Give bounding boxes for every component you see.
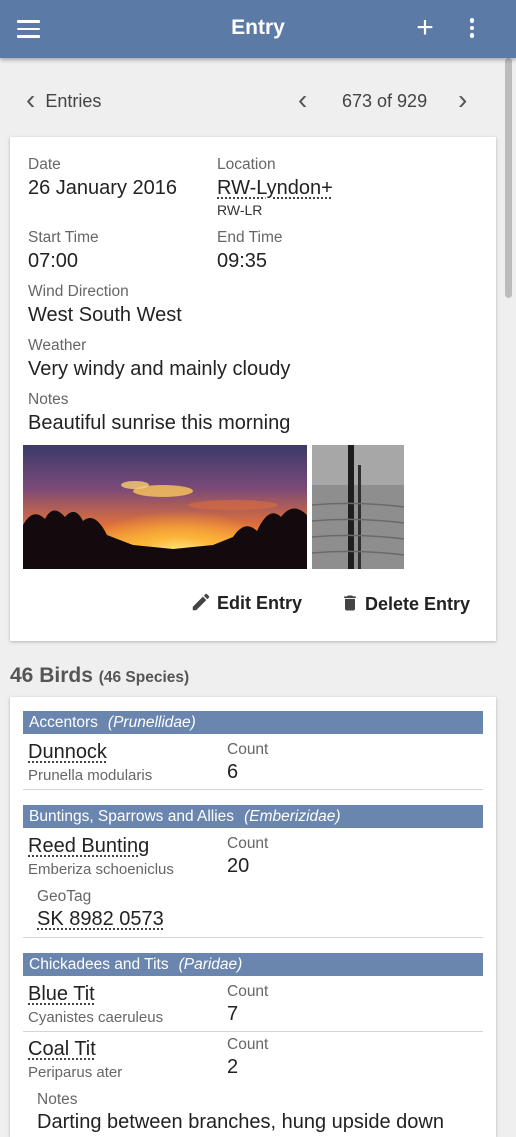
- geotag-label: GeoTag: [37, 888, 92, 905]
- count-label: Count: [227, 1036, 269, 1053]
- app-bar: Entry +: [0, 0, 516, 58]
- more-options-icon[interactable]: [462, 18, 482, 42]
- count-value: 6: [227, 761, 239, 783]
- entry-counter: 673 of 929: [342, 91, 428, 111]
- family-header: Buntings, Sparrows and Allies (Emberizida…: [23, 805, 483, 828]
- end-time-value: 09:35: [217, 250, 268, 272]
- bird-name-link[interactable]: Coal Tit: [28, 1038, 96, 1061]
- end-time-label: End Time: [217, 229, 283, 246]
- birds-count: 46 Birds: [10, 664, 93, 687]
- family-header: Accentors (Prunellidae): [23, 711, 483, 734]
- trash-icon: [344, 595, 356, 611]
- delete-entry-button[interactable]: Delete Entry: [340, 591, 470, 615]
- divider: [23, 789, 483, 790]
- pencil-icon: [192, 593, 210, 611]
- chevron-left-icon: ‹: [298, 84, 308, 115]
- bird-notes-value: Darting between branches, hung upside do…: [37, 1111, 444, 1133]
- entry-navigation: ‹ Entries ‹ 673 of 929 ›: [0, 84, 516, 120]
- family-name: Accentors: [29, 714, 98, 731]
- start-time-label: Start Time: [28, 229, 99, 246]
- edit-entry-label: Edit Entry: [217, 593, 303, 613]
- count-label: Count: [227, 835, 269, 852]
- edit-entry-button[interactable]: Edit Entry: [190, 591, 302, 614]
- divider: [23, 1031, 483, 1032]
- location-link[interactable]: RW-Lyndon+: [217, 177, 333, 200]
- bird-latin-name: Emberiza schoeniclus: [28, 861, 174, 878]
- weather-label: Weather: [28, 337, 87, 354]
- family-latin: (Paridae): [178, 956, 243, 973]
- delete-entry-label: Delete Entry: [365, 594, 471, 614]
- chevron-right-icon: ›: [458, 84, 468, 115]
- sunrise-photo[interactable]: [23, 445, 307, 569]
- wind-direction-value: West South West: [28, 304, 182, 326]
- wind-direction-label: Wind Direction: [28, 283, 129, 300]
- bird-latin-name: Prunella modularis: [28, 767, 153, 784]
- notes-label: Notes: [28, 391, 69, 408]
- location-code: RW-LR: [217, 202, 263, 218]
- bird-latin-name: Cyanistes caeruleus: [28, 1009, 164, 1026]
- family-name: Buntings, Sparrows and Allies: [29, 808, 235, 825]
- count-value: 2: [227, 1056, 239, 1078]
- geotag-link[interactable]: SK 8982 0573: [37, 908, 164, 931]
- back-to-entries-link[interactable]: ‹ Entries: [26, 84, 102, 115]
- family-latin: (Emberizidae): [244, 808, 341, 825]
- date-label: Date: [28, 156, 61, 173]
- weather-value: Very windy and mainly cloudy: [28, 358, 291, 380]
- bird-latin-name: Periparus ater: [28, 1064, 123, 1081]
- family-name: Chickadees and Tits: [29, 956, 169, 973]
- family-latin: (Prunellidae): [107, 714, 196, 731]
- entry-card: Date 26 January 2016 Location RW-Lyndon+…: [10, 137, 496, 641]
- previous-entry-button[interactable]: ‹: [298, 84, 308, 115]
- back-label: Entries: [45, 91, 102, 111]
- start-time-value: 07:00: [28, 250, 79, 272]
- count-value: 7: [227, 1003, 239, 1025]
- count-value: 20: [227, 855, 250, 877]
- family-header: Chickadees and Tits (Paridae): [23, 953, 483, 976]
- bird-name-link[interactable]: Reed Bunting: [28, 835, 149, 858]
- next-entry-button[interactable]: ›: [458, 84, 468, 115]
- reed-reflection-photo[interactable]: [312, 445, 404, 569]
- species-count: (46 Species): [98, 669, 190, 686]
- add-icon[interactable]: +: [410, 10, 440, 46]
- birds-card: Accentors (Prunellidae) Dunnock Prunella …: [10, 697, 496, 1137]
- notes-value: Beautiful sunrise this morning: [28, 412, 291, 434]
- birds-summary: 46 Birds (46 Species): [10, 664, 189, 688]
- divider: [23, 937, 483, 938]
- date-value: 26 January 2016: [28, 177, 178, 199]
- location-label: Location: [217, 156, 276, 173]
- bird-name-link[interactable]: Dunnock: [28, 741, 107, 764]
- count-label: Count: [227, 983, 269, 1000]
- bird-name-link[interactable]: Blue Tit: [28, 983, 95, 1006]
- chevron-left-icon: ‹: [26, 84, 36, 115]
- bird-notes-label: Notes: [37, 1091, 78, 1108]
- count-label: Count: [227, 741, 269, 758]
